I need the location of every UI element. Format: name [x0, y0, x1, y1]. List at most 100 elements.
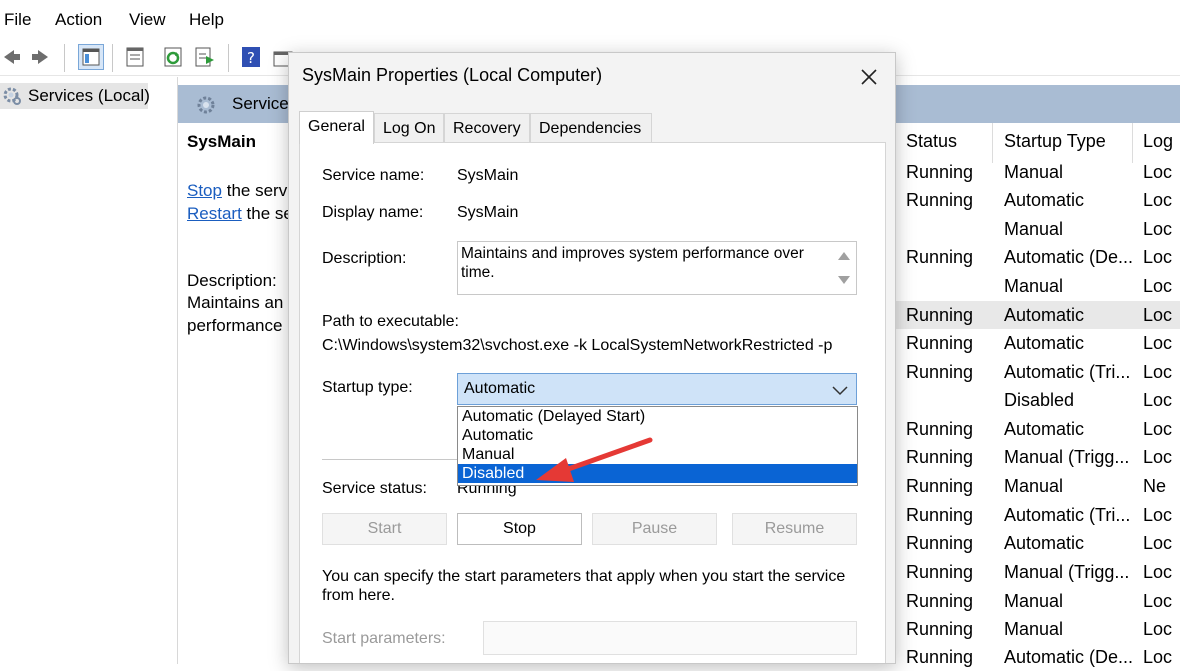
menu-file[interactable]: File	[4, 10, 31, 30]
table-row[interactable]: Running Manual Ne	[894, 472, 1180, 500]
general-tab-panel: Service name: SysMain Display name: SysM…	[299, 142, 886, 663]
table-row[interactable]: Running Manual (Trigg... Loc	[894, 558, 1180, 586]
cell-logon: Loc	[1143, 333, 1173, 353]
table-row[interactable]: Running Manual Loc	[894, 587, 1180, 615]
menu-action[interactable]: Action	[55, 10, 102, 30]
properties-dialog: SysMain Properties (Local Computer) Gene…	[288, 52, 896, 664]
menu-view[interactable]: View	[129, 10, 166, 30]
table-row[interactable]: Manual Loc	[894, 272, 1180, 300]
cell-startup: Disabled	[1004, 390, 1075, 410]
description-box[interactable]: Maintains and improves system performanc…	[457, 241, 857, 295]
tab-general[interactable]: General	[299, 111, 374, 144]
chevron-down-icon	[832, 386, 848, 396]
table-row[interactable]: Running Manual (Trigg... Loc	[894, 443, 1180, 471]
export-list-icon[interactable]	[194, 46, 216, 68]
menu-bar: File Action View Help	[0, 0, 1180, 40]
display-name-value: SysMain	[457, 204, 519, 221]
column-divider[interactable]	[1132, 123, 1133, 163]
cell-logon: Loc	[1143, 419, 1173, 439]
dialog-tabs: General Log On Recovery Dependencies	[299, 111, 889, 144]
path-value: C:\Windows\system32\svchost.exe -k Local…	[322, 337, 833, 354]
tree-item-services-local[interactable]: Services (Local)	[0, 83, 150, 109]
back-icon[interactable]	[0, 46, 22, 68]
startup-type-dropdown: Automatic (Delayed Start) Automatic Manu…	[457, 406, 858, 486]
pause-button[interactable]: Pause	[592, 513, 717, 545]
column-header-log-on-as[interactable]: Log	[1143, 131, 1173, 152]
cell-logon: Loc	[1143, 276, 1173, 296]
table-row[interactable]: Running Automatic Loc	[894, 415, 1180, 443]
cell-startup: Manual	[1004, 162, 1064, 182]
table-row[interactable]: Running Automatic Loc	[894, 329, 1180, 357]
cell-status: Running	[906, 247, 974, 267]
dialog-title: SysMain Properties (Local Computer)	[302, 65, 603, 85]
table-row[interactable]: Disabled Loc	[894, 386, 1180, 414]
tab-dependencies[interactable]: Dependencies	[530, 113, 652, 143]
description-scrollbar[interactable]	[832, 242, 856, 294]
column-divider[interactable]	[992, 123, 993, 163]
restart-service-link[interactable]: Restart	[187, 204, 242, 223]
forward-icon[interactable]	[30, 46, 52, 68]
cell-logon: Loc	[1143, 390, 1173, 410]
stop-service-link[interactable]: Stop	[187, 181, 222, 200]
cell-status: Running	[906, 533, 974, 553]
startup-type-select[interactable]: Automatic	[457, 373, 857, 405]
cell-status: Running	[906, 162, 974, 182]
gear-icon	[3, 87, 21, 105]
tab-log-on[interactable]: Log On	[374, 113, 444, 143]
table-row[interactable]: Running Automatic (Tri... Loc	[894, 358, 1180, 386]
service-name-value: SysMain	[457, 167, 519, 184]
cell-startup: Manual	[1004, 619, 1064, 639]
table-row[interactable]: Running Automatic (Tri... Loc	[894, 501, 1180, 529]
service-name-label: Service name:	[322, 167, 425, 184]
cell-status: Running	[906, 362, 974, 382]
table-row[interactable]: Running Automatic Loc	[894, 529, 1180, 557]
cell-logon: Loc	[1143, 619, 1173, 639]
show-hide-console-tree-icon[interactable]	[78, 44, 104, 70]
cell-startup: Automatic	[1004, 533, 1085, 553]
stop-service-text: the serv	[226, 181, 288, 200]
option-automatic[interactable]: Automatic	[458, 426, 857, 445]
table-row[interactable]: Manual Loc	[894, 215, 1180, 243]
cell-logon: Loc	[1143, 447, 1173, 467]
table-row[interactable]: Running Automatic (De... Loc	[894, 243, 1180, 271]
tab-recovery[interactable]: Recovery	[444, 113, 530, 143]
table-row[interactable]: Running Manual Loc	[894, 615, 1180, 643]
startup-type-label: Startup type:	[322, 379, 413, 396]
cell-startup: Automatic	[1004, 419, 1085, 439]
start-button[interactable]: Start	[322, 513, 447, 545]
cell-status: Running	[906, 619, 974, 639]
resume-button[interactable]: Resume	[732, 513, 857, 545]
tree-item-label: Services (Local)	[28, 86, 150, 105]
refresh-icon[interactable]	[162, 46, 184, 68]
cell-startup: Automatic (Tri...	[1004, 362, 1131, 382]
option-manual[interactable]: Manual	[458, 445, 857, 464]
table-row[interactable]: Running Automatic (De... Loc	[894, 643, 1180, 671]
column-header-status[interactable]: Status	[906, 131, 957, 152]
table-row[interactable]: Running Automatic Loc	[894, 301, 1180, 329]
close-icon[interactable]	[855, 63, 883, 91]
cell-startup: Automatic	[1004, 305, 1085, 325]
table-row[interactable]: Running Automatic Loc	[894, 186, 1180, 214]
cell-status: Running	[906, 476, 974, 496]
start-params-label: Start parameters:	[322, 630, 446, 647]
cell-status: Running	[906, 647, 974, 667]
service-status-label: Service status:	[322, 480, 427, 497]
cell-status: Running	[906, 333, 974, 353]
toolbar-separator	[112, 44, 113, 72]
table-row[interactable]: Running Manual Loc	[894, 158, 1180, 186]
column-header-startup-type[interactable]: Startup Type	[1004, 131, 1106, 152]
menu-help[interactable]: Help	[189, 10, 224, 30]
option-automatic-delayed[interactable]: Automatic (Delayed Start)	[458, 407, 857, 426]
option-disabled[interactable]: Disabled	[458, 464, 857, 483]
help-icon[interactable]: ?	[240, 46, 262, 68]
cell-logon: Loc	[1143, 305, 1173, 325]
cell-startup: Automatic (De...	[1004, 647, 1134, 667]
start-params-input[interactable]	[483, 621, 857, 655]
cell-startup: Automatic (De...	[1004, 247, 1134, 267]
path-label: Path to executable:	[322, 313, 459, 330]
properties-icon[interactable]	[124, 46, 146, 68]
cell-startup: Manual (Trigg...	[1004, 447, 1130, 467]
cell-status: Running	[906, 447, 974, 467]
stop-button[interactable]: Stop	[457, 513, 582, 545]
cell-logon: Loc	[1143, 647, 1173, 667]
